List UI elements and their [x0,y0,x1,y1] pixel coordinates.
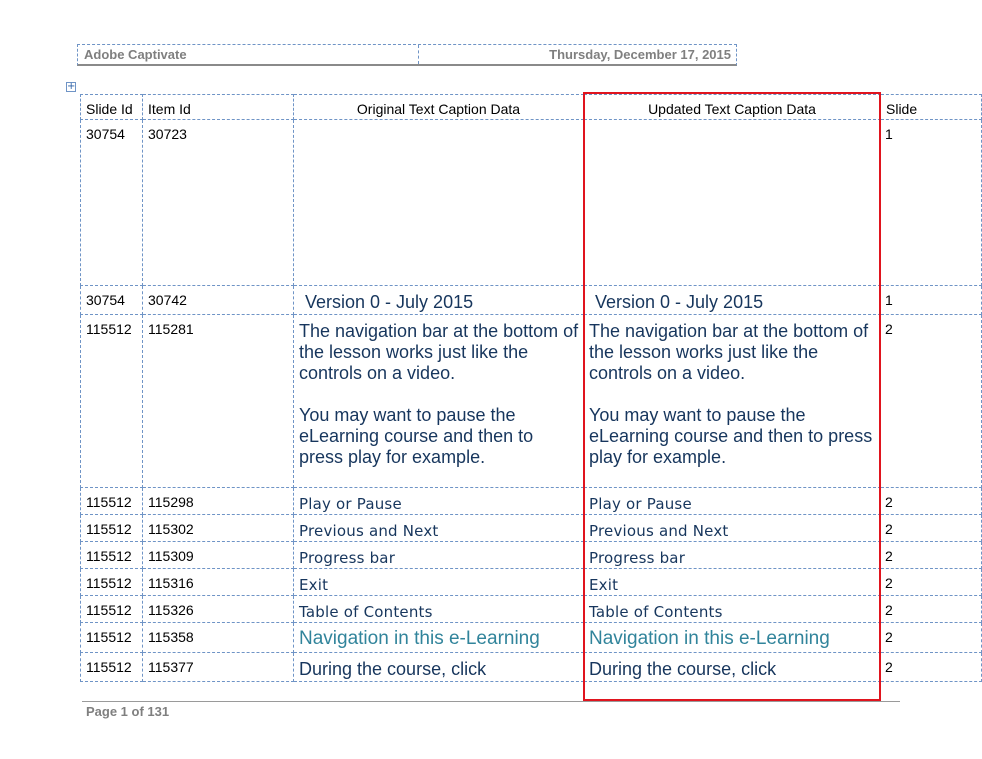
updated-caption-paragraph: You may want to pause the eLearning cour… [589,405,873,467]
page-number: Page 1 of 131 [86,704,170,719]
slide-cell: 2 [880,514,982,542]
original-caption-text: Navigation in this e-Learning [299,628,540,649]
original-caption-text: Previous and Next [299,522,439,540]
slide-cell: 2 [880,652,982,682]
updated-caption-cell[interactable]: The navigation bar at the bottom of the … [583,314,881,488]
updated-caption-cell[interactable]: Navigation in this e-Learning [583,622,881,653]
updated-caption-cell[interactable]: Table of Contents [583,595,881,623]
column-header-original: Original Text Caption Data [293,94,584,120]
original-caption-cell[interactable]: Play or Pause [293,487,584,515]
slide-id-cell: 115512 [80,487,143,515]
item-id-cell: 115316 [142,568,294,596]
item-id-cell: 115358 [142,622,294,653]
original-caption-text: Version 0 - July 2015 [305,292,474,312]
updated-caption-paragraph: The navigation bar at the bottom of the … [589,321,869,383]
slide-id-cell: 30754 [80,285,143,315]
table-row: 115512 115316 Exit Exit 2 [80,568,982,596]
updated-caption-cell[interactable]: Exit [583,568,881,596]
original-caption-text: During the course, click [299,659,487,679]
original-caption-cell[interactable]: During the course, click [293,652,584,682]
item-id-cell: 30742 [142,285,294,315]
slide-id-cell: 115512 [80,541,143,569]
original-caption-text: Table of Contents [299,603,433,621]
updated-caption-text: Exit [589,576,619,594]
updated-caption-cell[interactable]: Previous and Next [583,514,881,542]
original-caption-cell[interactable]: Version 0 - July 2015 [293,285,584,315]
updated-caption-text: Table of Contents [589,603,723,621]
item-id-cell: 115377 [142,652,294,682]
updated-caption-text: Version 0 - July 2015 [595,292,764,312]
updated-caption-text: During the course, click [589,659,777,679]
original-caption-text: Progress bar [299,549,396,567]
slide-id-cell: 30754 [80,119,143,286]
original-caption-cell[interactable]: Previous and Next [293,514,584,542]
original-caption-text: Exit [299,576,329,594]
slide-id-cell: 115512 [80,568,143,596]
slide-id-cell: 115512 [80,314,143,488]
item-id-cell: 115309 [142,541,294,569]
slide-cell: 2 [880,622,982,653]
column-header-slide: Slide [880,94,982,120]
table-row: 115512 115377 During the course, click D… [80,652,982,682]
original-caption-text: Play or Pause [299,495,402,513]
original-caption-paragraph: You may want to pause the eLearning cour… [299,405,534,467]
column-header-item-id: Item Id [142,94,294,120]
original-caption-cell[interactable]: Navigation in this e-Learning [293,622,584,653]
slide-cell: 2 [880,541,982,569]
item-id-cell: 115326 [142,595,294,623]
document-header: Adobe Captivate Thursday, December 17, 2… [77,44,737,66]
item-id-cell: 115298 [142,487,294,515]
slide-cell: 2 [880,568,982,596]
item-id-cell: 115281 [142,314,294,488]
original-caption-paragraph: The navigation bar at the bottom of the … [299,321,579,383]
item-id-cell: 30723 [142,119,294,286]
table-row: 115512 115281 The navigation bar at the … [80,314,982,488]
original-caption-cell[interactable]: The navigation bar at the bottom of the … [293,314,584,488]
table-row: 30754 30742 Version 0 - July 2015 Versio… [80,285,982,315]
slide-id-cell: 115512 [80,652,143,682]
table-row: 115512 115298 Play or Pause Play or Paus… [80,487,982,515]
table-row: 30754 30723 1 [80,119,982,286]
table-row: 115512 115326 Table of Contents Table of… [80,595,982,623]
header-app-name: Adobe Captivate [78,45,419,64]
updated-caption-text: Play or Pause [589,495,692,513]
original-caption-cell[interactable]: Table of Contents [293,595,584,623]
original-caption-cell[interactable]: Progress bar [293,541,584,569]
slide-cell: 2 [880,487,982,515]
slide-id-cell: 115512 [80,595,143,623]
table-row: 115512 115309 Progress bar Progress bar … [80,541,982,569]
footer-divider [82,701,900,702]
original-caption-cell[interactable] [293,119,584,286]
updated-caption-text: Previous and Next [589,522,729,540]
header-date: Thursday, December 17, 2015 [549,47,731,62]
updated-caption-text: Navigation in this e-Learning [589,628,830,649]
updated-caption-cell[interactable] [583,119,881,286]
slide-cell: 2 [880,314,982,488]
table-row: 115512 115302 Previous and Next Previous… [80,514,982,542]
slide-cell: 1 [880,285,982,315]
updated-caption-cell[interactable]: Play or Pause [583,487,881,515]
slide-id-cell: 115512 [80,622,143,653]
updated-caption-cell[interactable]: Version 0 - July 2015 [583,285,881,315]
updated-caption-text: Progress bar [589,549,686,567]
updated-caption-cell[interactable]: Progress bar [583,541,881,569]
table-header-row: Slide Id Item Id Original Text Caption D… [80,94,982,120]
updated-caption-cell[interactable]: During the course, click [583,652,881,682]
item-id-cell: 115302 [142,514,294,542]
slide-cell: 1 [880,119,982,286]
caption-table: Slide Id Item Id Original Text Caption D… [80,94,982,682]
slide-cell: 2 [880,595,982,623]
column-header-updated: Updated Text Caption Data [583,94,881,120]
table-row: 115512 115358 Navigation in this e-Learn… [80,622,982,653]
slide-id-cell: 115512 [80,514,143,542]
column-header-slide-id: Slide Id [80,94,143,120]
table-move-handle-icon[interactable]: + [66,82,76,92]
original-caption-cell[interactable]: Exit [293,568,584,596]
